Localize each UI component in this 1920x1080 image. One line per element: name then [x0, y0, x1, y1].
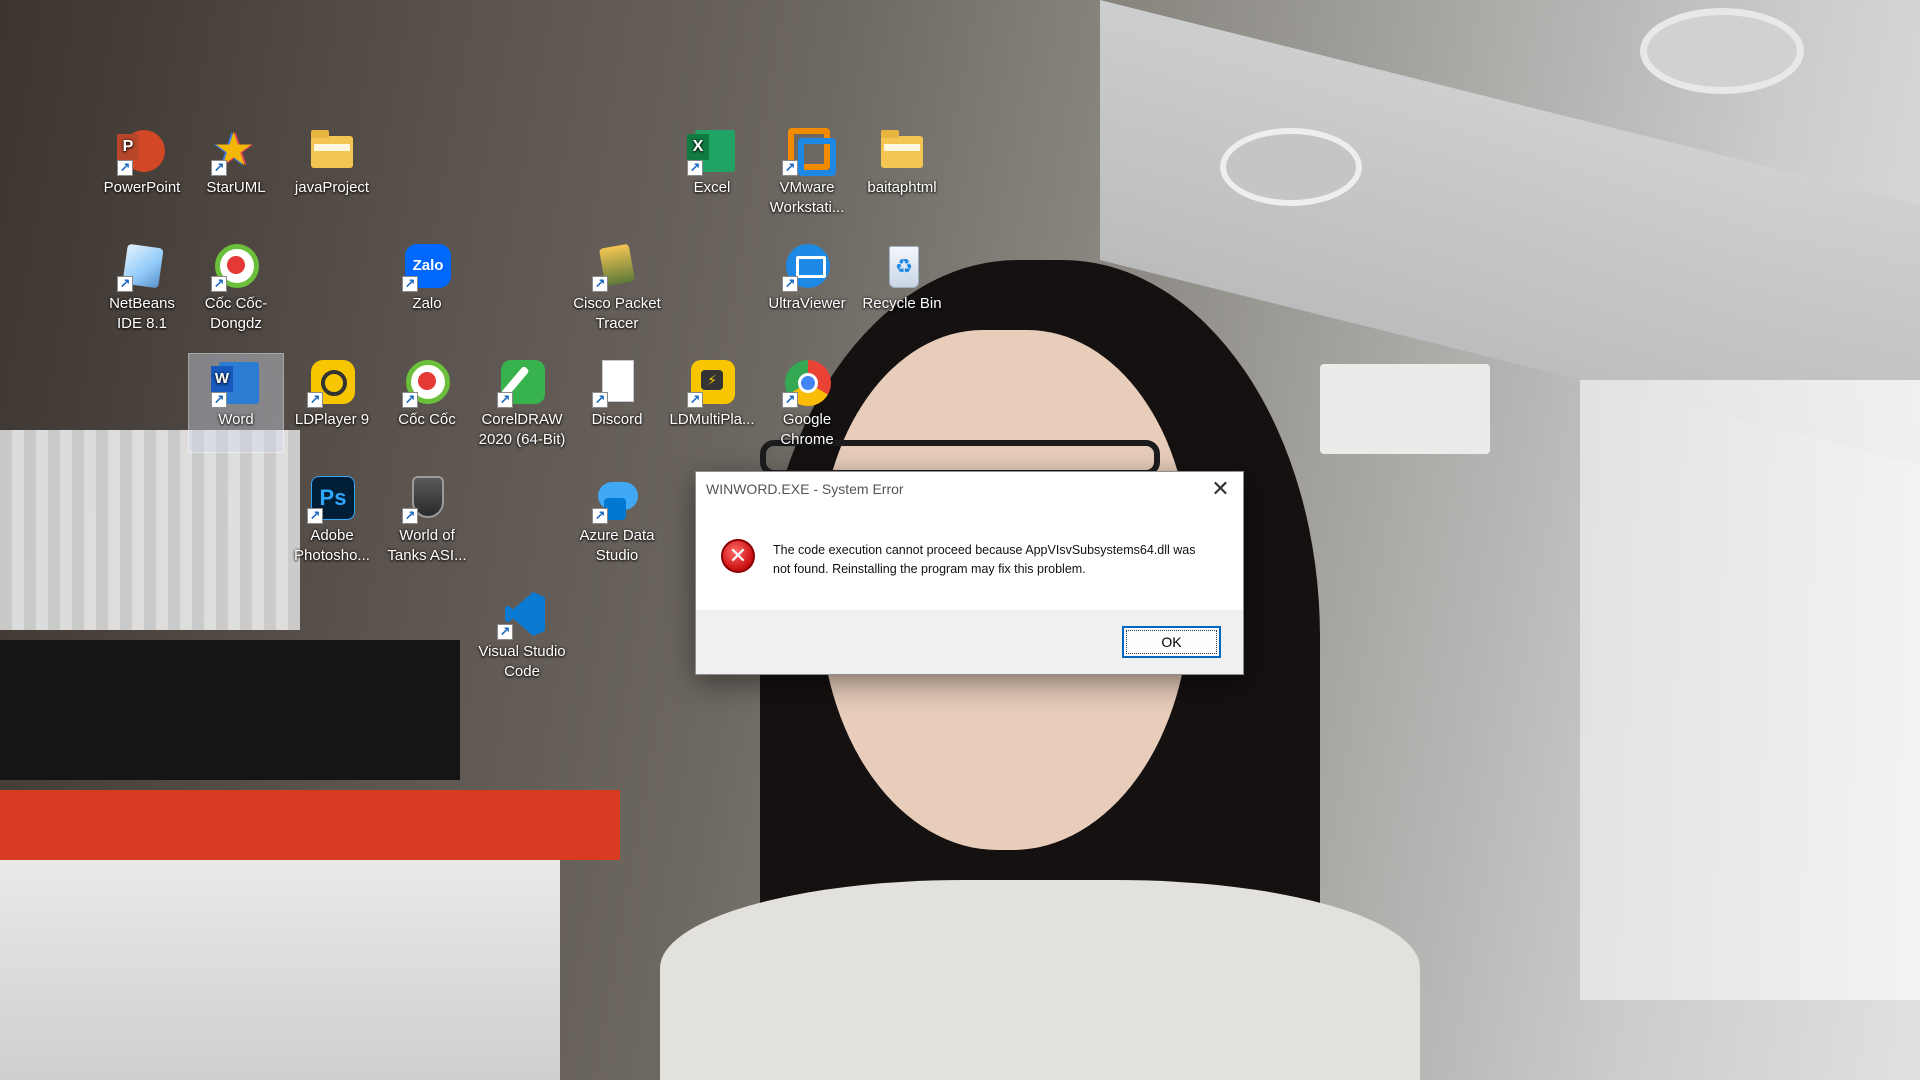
desktop-icon-cisco-packet-tracer[interactable]: ↗ Cisco Packet Tracer	[570, 238, 664, 336]
desktop-icon-zalo[interactable]: Zalo ↗ Zalo	[380, 238, 474, 336]
error-icon: ✕	[721, 539, 755, 573]
desktop-icon-vmware[interactable]: ↗ VMware Workstati...	[760, 122, 854, 220]
desktop-icon-coccoc-dongdz[interactable]: ↗ Cốc Cốc-Dongdz	[189, 238, 283, 336]
desktop-icon-label: LDMultiPla...	[669, 411, 755, 428]
desktop-icon-label: CorelDRAW 2020 (64-Bit)	[478, 411, 566, 448]
desktop-icon-label: Visual Studio Code	[478, 643, 566, 680]
desktop-icon-label: PowerPoint	[103, 179, 181, 196]
desktop-icon-label: Azure Data Studio	[579, 527, 655, 564]
desktop-icon-label: Cốc Cốc	[398, 411, 456, 428]
desktop-icon-world-of-tanks[interactable]: ↗ World of Tanks ASI...	[380, 470, 474, 568]
desktop-icon-label: javaProject	[294, 179, 370, 196]
desktop-icon-google-chrome[interactable]: ↗ Google Chrome	[760, 354, 854, 452]
desktop-icon-adobe-photoshop[interactable]: Ps ↗ Adobe Photosho...	[285, 470, 379, 568]
close-icon[interactable]: ✕	[1198, 472, 1243, 507]
desktop-icon-coccoc[interactable]: ↗ Cốc Cốc	[380, 354, 474, 452]
dialog-title: WINWORD.EXE - System Error	[706, 481, 904, 497]
desktop-icon-label: Cisco Packet Tracer	[573, 295, 661, 332]
desktop-icon-staruml[interactable]: ★ ↗ StarUML	[189, 122, 283, 220]
desktop-icon-label: Excel	[693, 179, 731, 196]
desktop-icon-label: World of Tanks ASI...	[387, 527, 467, 564]
desktop-icon-label: Cốc Cốc-Dongdz	[204, 295, 268, 332]
system-error-dialog: WINWORD.EXE - System Error ✕ ✕ The code …	[695, 471, 1244, 675]
desktop-icon-netbeans[interactable]: ↗ NetBeans IDE 8.1	[95, 238, 189, 336]
desktop-icon-label: UltraViewer	[768, 295, 846, 312]
ok-button[interactable]: OK	[1122, 626, 1221, 658]
error-message: The code execution cannot proceed becaus…	[773, 543, 1196, 576]
desktop-icon-visual-studio-code[interactable]: ↗ Visual Studio Code	[475, 586, 569, 684]
desktop-icon-baitaphtml[interactable]: baitaphtml	[855, 122, 949, 220]
desktop-icon-label: Discord	[591, 411, 643, 428]
desktop-icon-powerpoint[interactable]: P ↗ PowerPoint	[95, 122, 189, 220]
desktop-icon-excel[interactable]: X ↗ Excel	[665, 122, 759, 220]
folder-icon	[881, 130, 923, 168]
desktop-icon-coreldraw[interactable]: ↗ CorelDRAW 2020 (64-Bit)	[475, 354, 569, 452]
dialog-footer: OK	[696, 610, 1243, 674]
desktop-icon-ultraviewer[interactable]: ↗ UltraViewer	[760, 238, 854, 336]
dialog-titlebar[interactable]: WINWORD.EXE - System Error ✕	[696, 472, 1243, 507]
desktop-icon-label: LDPlayer 9	[294, 411, 370, 428]
desktop-icon-discord[interactable]: ↗ Discord	[570, 354, 664, 452]
desktop-icon-label: Word	[218, 411, 254, 428]
desktop-icon-recycle-bin[interactable]: ♻ Recycle Bin	[855, 238, 949, 336]
desktop-icon-label: Adobe Photosho...	[294, 527, 370, 564]
desktop-icon-label: Zalo	[412, 295, 442, 312]
dialog-body: ✕ The code execution cannot proceed beca…	[696, 507, 1243, 585]
desktop-icon-label: Recycle Bin	[862, 295, 942, 312]
desktop-icon-label: NetBeans IDE 8.1	[109, 295, 175, 332]
desktop-icon-label: StarUML	[206, 179, 266, 196]
desktop-icon-azure-data-studio[interactable]: ↗ Azure Data Studio	[570, 470, 664, 568]
desktop-icon-label: baitaphtml	[867, 179, 937, 196]
folder-icon	[311, 130, 353, 168]
desktop-icon-javaproject[interactable]: javaProject	[285, 122, 379, 220]
desktop-icon-label: Google Chrome	[780, 411, 834, 448]
recycle-bin-icon: ♻	[889, 246, 919, 288]
desktop-icon-label: VMware Workstati...	[769, 179, 845, 216]
desktop-icon-ldmultiplayer[interactable]: ⚡ ↗ LDMultiPla...	[665, 354, 759, 452]
desktop-icon-ldplayer[interactable]: ↗ LDPlayer 9	[285, 354, 379, 452]
desktop-icon-word[interactable]: W ↗ Word	[188, 353, 284, 453]
